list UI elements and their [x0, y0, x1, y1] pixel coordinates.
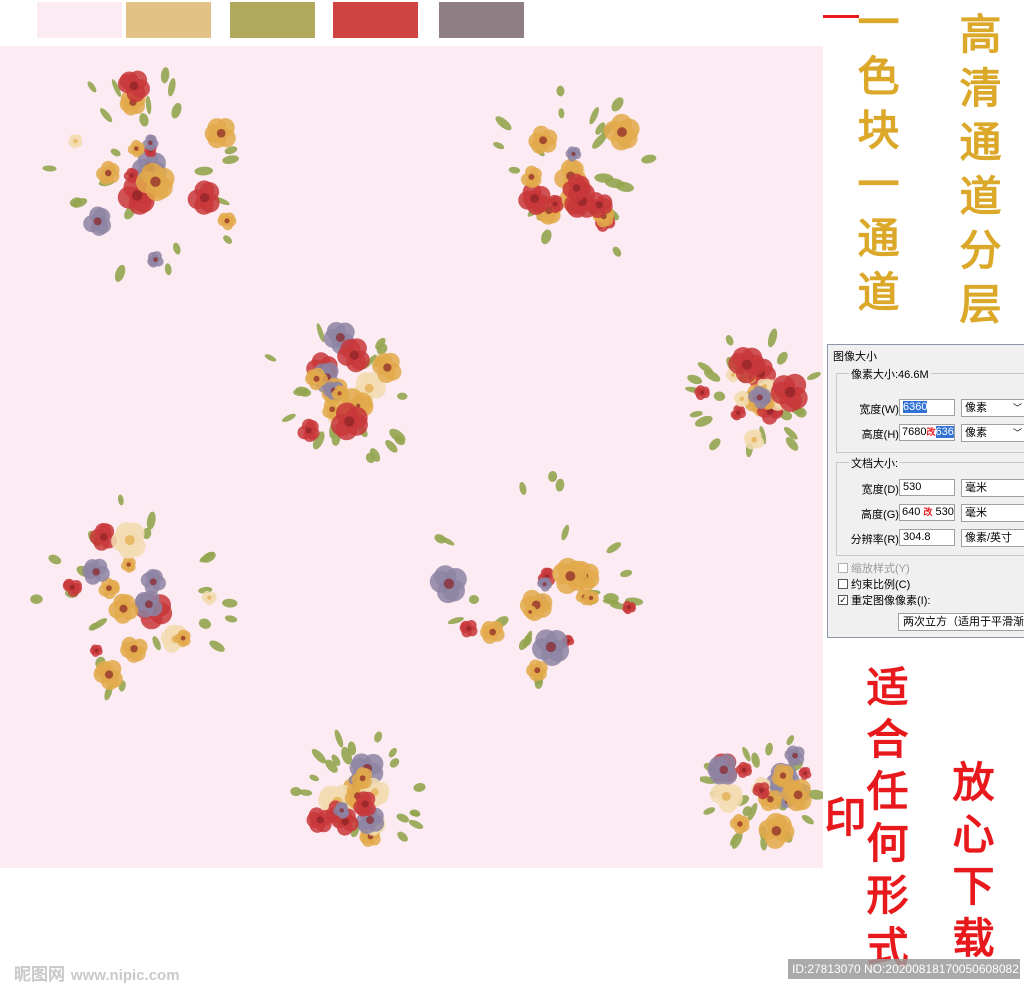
pixel-dimensions-group: 像素大小:46.6M 宽度(W): 6360 像素 ﹀ 高度(H): 7680改6… [836, 366, 1024, 453]
flower-bouquet [493, 85, 657, 257]
check-icon: ✓ [838, 595, 848, 605]
color-swatch-2 [126, 2, 211, 38]
resample-method-select[interactable]: 两次立方（适用于平滑渐变 [898, 613, 1024, 631]
doc-height-old-value: 640 [902, 506, 921, 518]
watermark-brand-name: 昵图网 [14, 965, 65, 985]
color-swatch-1 [37, 2, 122, 38]
doc-height-edit-mark: 改 [923, 507, 933, 517]
slogan-gold-1: 一色块一通道 [851, 0, 900, 324]
flower-bouquet [30, 494, 238, 701]
doc-height-label: 高度(G): [861, 509, 902, 521]
checkbox-box [838, 579, 848, 589]
height-edit-mark: 改 [926, 427, 936, 437]
color-swatch-4 [333, 2, 418, 38]
pixel-dimensions-label: 像素大小:46.6M [849, 366, 931, 382]
document-size-label: 文档大小: [849, 455, 901, 471]
doc-height-input[interactable]: 640 改 530 [899, 504, 955, 521]
color-swatch-5 [439, 2, 524, 38]
height-old-value: 7680 [902, 426, 927, 438]
slogan-gold-2: 高清通道分层 [953, 12, 1002, 336]
watermark-url: www.nipic.com [70, 967, 180, 984]
doc-height-new-value: 530 [935, 506, 954, 518]
watermark-brand: 昵图网 www.nipic.com [14, 960, 180, 985]
doc-height-unit-select[interactable]: 毫米 [961, 504, 1024, 522]
slogan-red-2: 放心下载 [946, 760, 995, 968]
document-size-group: 文档大小: 宽度(D): 530 毫米 高度(G): 640 改 530 毫米 … [836, 455, 1024, 556]
height-new-value: 6360 [935, 426, 954, 438]
resolution-label: 分辨率(R): [850, 534, 902, 546]
dialog-title: 图像大小 [833, 351, 877, 363]
flower-bouquet [700, 735, 823, 851]
width-unit-select[interactable]: 像素 ﹀ [961, 399, 1024, 417]
color-swatch-3 [230, 2, 315, 38]
image-size-dialog: 图像大小 像素大小:46.6M 宽度(W): 6360 像素 ﹀ 高度(H): 7… [827, 344, 1024, 638]
doc-width-unit-select[interactable]: 毫米 [961, 479, 1024, 497]
flower-bouquet [264, 322, 408, 464]
resolution-unit-select[interactable]: 像素/英寸 [961, 529, 1024, 547]
resample-image-checkbox[interactable]: ✓ 重定图像像素(I): [838, 592, 930, 608]
width-label: 宽度(W): [859, 404, 902, 416]
flower-bouquet [290, 729, 426, 847]
constrain-proportions-checkbox[interactable]: 约束比例(C) [838, 576, 910, 592]
height-input[interactable]: 7680改6360 [899, 424, 955, 441]
height-unit-select[interactable]: 像素 ﹀ [961, 424, 1024, 442]
flower-bouquet [429, 470, 644, 689]
chevron-down-icon: ﹀ [1012, 428, 1022, 438]
checkbox-box [838, 563, 848, 573]
height-label: 高度(H): [861, 429, 902, 441]
scale-styles-checkbox[interactable]: 缩放样式(Y) [838, 560, 910, 576]
floral-pattern [0, 46, 823, 868]
resolution-input[interactable]: 304.8 [899, 529, 955, 546]
width-input[interactable]: 6360 [899, 399, 955, 416]
doc-width-input[interactable]: 530 [899, 479, 955, 496]
doc-width-label: 宽度(D): [861, 484, 902, 496]
watermark-id: ID:27813070 NO:20200818170050608082 [788, 959, 1020, 979]
flower-bouquet [685, 328, 821, 458]
slogan-red-1: 适合任何形式印 [818, 664, 909, 977]
chevron-down-icon: ﹀ [1012, 403, 1022, 413]
flower-bouquet [42, 67, 239, 282]
